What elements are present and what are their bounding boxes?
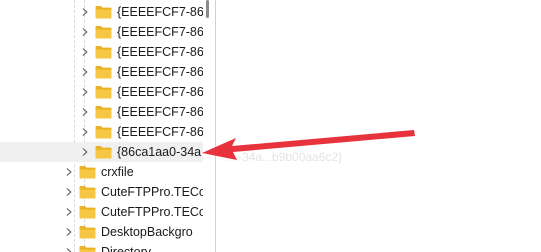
tree-item[interactable]: {EEEEFCF7-867 <box>0 2 203 22</box>
tree-item[interactable]: crxfile <box>0 162 203 182</box>
chevron-right-icon[interactable] <box>80 47 90 57</box>
folder-icon <box>79 205 96 219</box>
chevron-right-icon[interactable] <box>64 167 74 177</box>
folder-icon <box>95 105 112 119</box>
chevron-right-icon[interactable] <box>80 67 90 77</box>
tree-item-label: {EEEEFCF7-867 <box>117 125 203 139</box>
tree-item[interactable]: {EEEEFCF7-867 <box>0 22 203 42</box>
tree-item-label: {EEEEFCF7-867 <box>117 65 203 79</box>
chevron-right-icon[interactable] <box>80 147 90 157</box>
faded-key-text: …-34a...b9b00aa6c2} <box>226 150 343 164</box>
tree-item[interactable]: {EEEEFCF7-867 <box>0 62 203 82</box>
folder-icon <box>79 245 96 252</box>
chevron-right-icon[interactable] <box>80 7 90 17</box>
chevron-right-icon[interactable] <box>64 247 74 252</box>
tree-item[interactable]: {EEEEFCF7-867 <box>0 42 203 62</box>
tree-item[interactable]: CuteFTPPro.TECo <box>0 202 203 222</box>
tree-item-label: CuteFTPPro.TECo <box>101 185 203 199</box>
chevron-right-icon[interactable] <box>80 27 90 37</box>
folder-icon <box>95 65 112 79</box>
folder-icon <box>79 185 96 199</box>
tree-item-label: {EEEEFCF7-867 <box>117 85 203 99</box>
tree-item-label: {EEEEFCF7-867 <box>117 105 203 119</box>
tree-item-label: crxfile <box>101 165 134 179</box>
tree-item-label: {EEEEFCF7-867 <box>117 25 203 39</box>
chevron-right-icon[interactable] <box>80 127 90 137</box>
folder-icon <box>95 5 112 19</box>
registry-tree-pane: {EEEEFCF7-867 {EEEEFCF7-867 {EEEEFCF7-867 {… <box>0 0 203 252</box>
tree-item-label: Directory <box>101 245 152 252</box>
tree-item[interactable]: Directory <box>0 242 203 252</box>
tree-item-label: {86ca1aa0-34a <box>117 145 202 159</box>
folder-icon <box>95 25 112 39</box>
tree-item-label: {EEEEFCF7-867 <box>117 45 203 59</box>
tree-item-label: CuteFTPPro.TECo <box>101 205 203 219</box>
tree-item[interactable]: {EEEEFCF7-867 <box>0 82 203 102</box>
folder-icon <box>79 165 96 179</box>
tree-item[interactable]: DesktopBackgro <box>0 222 203 242</box>
tree-item-label: DesktopBackgro <box>101 225 193 239</box>
chevron-right-icon[interactable] <box>80 107 90 117</box>
chevron-right-icon[interactable] <box>64 227 74 237</box>
tree-scrollbar-thumb[interactable] <box>206 0 209 18</box>
tree-rows: {EEEEFCF7-867 {EEEEFCF7-867 {EEEEFCF7-867 {… <box>0 2 203 252</box>
folder-icon <box>95 145 112 159</box>
folder-icon <box>95 45 112 59</box>
tree-item-label: {EEEEFCF7-867 <box>117 5 203 19</box>
chevron-right-icon[interactable] <box>64 207 74 217</box>
tree-item[interactable]: CuteFTPPro.TECo <box>0 182 203 202</box>
folder-icon <box>79 225 96 239</box>
tree-scrollbar[interactable] <box>203 0 213 252</box>
tree-item[interactable]: {86ca1aa0-34a <box>0 142 203 162</box>
tree-item[interactable]: {EEEEFCF7-867 <box>0 122 203 142</box>
tree-item[interactable]: {EEEEFCF7-867 <box>0 102 203 122</box>
values-pane <box>216 0 541 252</box>
folder-icon <box>95 85 112 99</box>
folder-icon <box>95 125 112 139</box>
chevron-right-icon[interactable] <box>64 187 74 197</box>
chevron-right-icon[interactable] <box>80 87 90 97</box>
